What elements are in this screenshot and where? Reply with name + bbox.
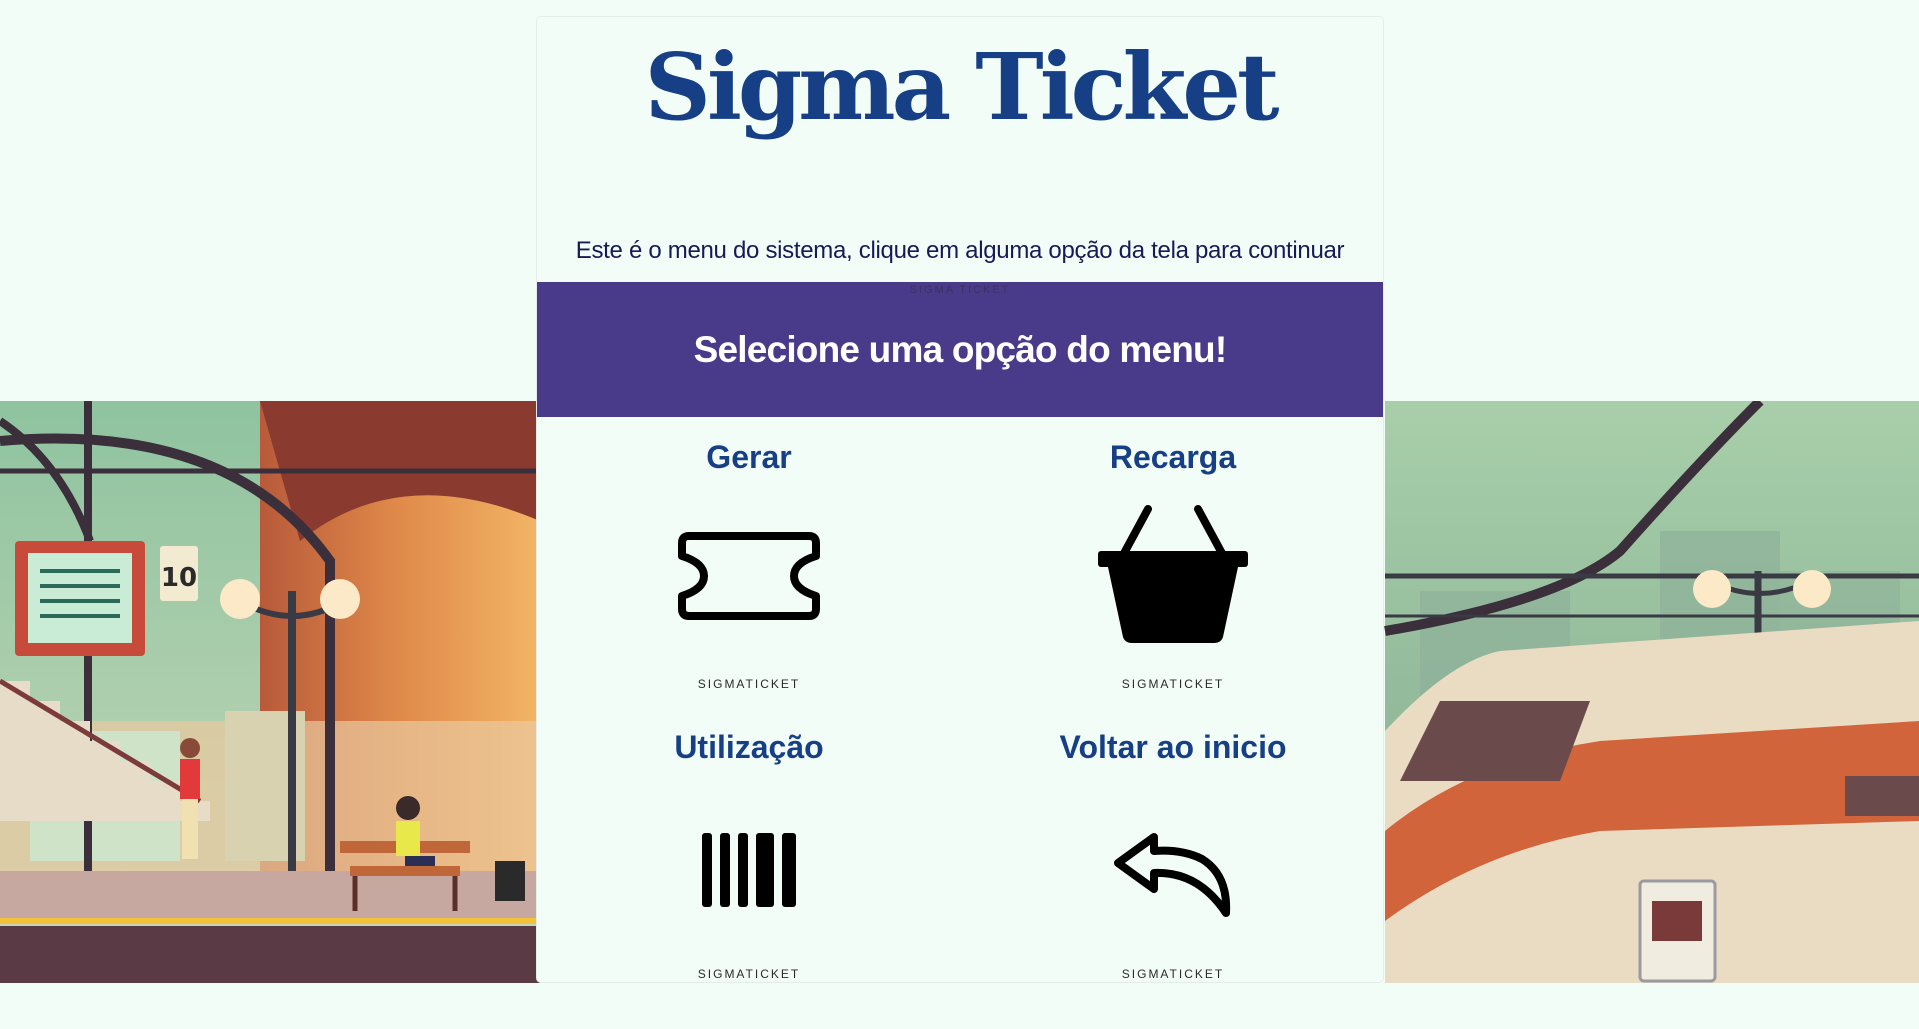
main-card: Sigma Ticket Este é o menu do sistema, c… xyxy=(536,16,1384,983)
menu-item-recarga[interactable]: Recarga SIGMATICKET xyxy=(961,419,1385,709)
basket-icon[interactable] xyxy=(1098,501,1248,651)
menu-item-caption: SIGMATICKET xyxy=(697,967,801,981)
menu-item-caption: SIGMATICKET xyxy=(697,677,801,691)
banner-caption: SIGMA TICKET xyxy=(909,284,1011,296)
ticket-icon[interactable] xyxy=(674,501,824,651)
menu-item-caption: SIGMATICKET xyxy=(1121,967,1225,981)
menu-item-voltar-ao-inicio[interactable]: Voltar ao inicio SIGMATICKET xyxy=(961,709,1385,999)
banner-title: Selecione uma opção do menu! xyxy=(693,329,1228,370)
menu-item-label[interactable]: Gerar xyxy=(537,439,961,476)
brand-title: Sigma Ticket xyxy=(644,33,1280,141)
barcode-icon[interactable] xyxy=(674,791,824,941)
platform-number: 10 xyxy=(161,563,197,593)
menu-item-utilizacao[interactable]: Utilização SIGMATICKET xyxy=(537,709,961,999)
menu-item-label[interactable]: Recarga xyxy=(961,439,1385,476)
menu-item-gerar[interactable]: Gerar SIGMATICKET xyxy=(537,419,961,709)
menu-item-caption: SIGMATICKET xyxy=(1121,677,1225,691)
menu-item-label[interactable]: Utilização xyxy=(537,729,961,766)
menu-item-label[interactable]: Voltar ao inicio xyxy=(961,729,1385,766)
intro-text: Este é o menu do sistema, clique em algu… xyxy=(575,237,1345,264)
reply-arrow-icon[interactable] xyxy=(1098,791,1248,941)
